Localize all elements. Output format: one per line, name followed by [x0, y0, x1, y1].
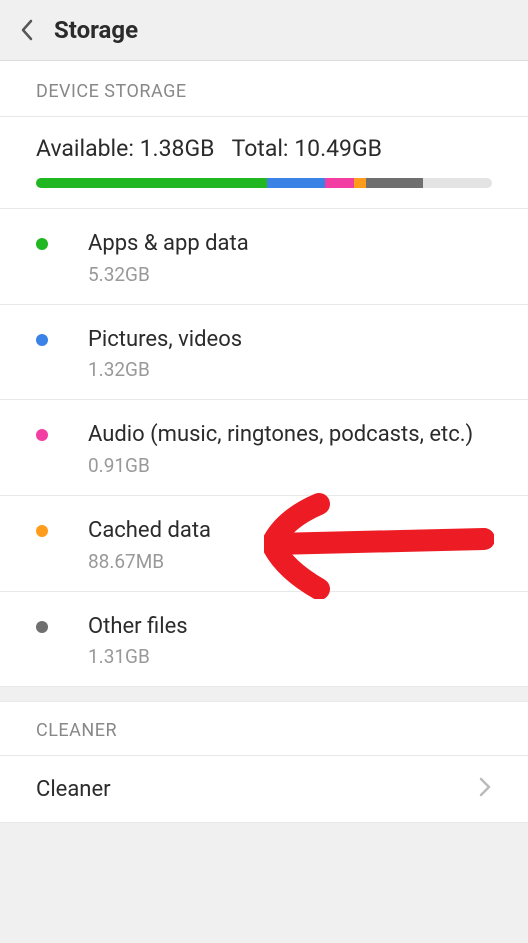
storage-bar-segment	[366, 178, 423, 188]
header-bar: Storage	[0, 0, 528, 61]
content-area: DEVICE STORAGE Available: 1.38GB Total: …	[0, 61, 528, 943]
storage-item-text: Pictures, videos 1.32GB	[88, 325, 492, 382]
storage-bar-segment	[325, 178, 355, 188]
storage-item-text: Audio (music, ringtones, podcasts, etc.)…	[88, 420, 492, 477]
storage-item-title: Cached data	[88, 516, 492, 546]
storage-item-apps[interactable]: Apps & app data 5.32GB	[0, 209, 528, 305]
back-icon[interactable]	[14, 17, 40, 43]
storage-item-other[interactable]: Other files 1.31GB	[0, 592, 528, 688]
storage-item-size: 5.32GB	[88, 263, 492, 286]
storage-item-text: Cached data 88.67MB	[88, 516, 492, 573]
storage-bar	[36, 178, 492, 188]
category-dot-icon	[36, 429, 48, 441]
storage-item-title: Apps & app data	[88, 229, 492, 259]
storage-summary-text: Available: 1.38GB Total: 10.49GB	[36, 135, 492, 162]
storage-item-size: 88.67MB	[88, 550, 492, 573]
cleaner-section-label: CLEANER	[0, 701, 528, 755]
bottom-spacer	[0, 823, 528, 943]
storage-item-size: 0.91GB	[88, 454, 492, 477]
category-dot-icon	[36, 238, 48, 250]
storage-item-text: Other files 1.31GB	[88, 612, 492, 669]
total-label: Total:	[232, 135, 295, 162]
storage-item-size: 1.32GB	[88, 358, 492, 381]
category-dot-icon	[36, 525, 48, 537]
storage-summary: Available: 1.38GB Total: 10.49GB	[0, 116, 528, 209]
page-title: Storage	[54, 16, 138, 44]
section-divider	[0, 687, 528, 701]
cleaner-label: Cleaner	[36, 777, 111, 802]
storage-item-cached[interactable]: Cached data 88.67MB	[0, 496, 528, 592]
chevron-right-icon	[478, 776, 492, 802]
available-label: Available:	[36, 135, 140, 162]
device-storage-section-label: DEVICE STORAGE	[0, 61, 528, 116]
total-value: 10.49GB	[294, 135, 382, 162]
storage-item-title: Audio (music, ringtones, podcasts, etc.)	[88, 420, 492, 450]
storage-item-audio[interactable]: Audio (music, ringtones, podcasts, etc.)…	[0, 400, 528, 496]
storage-bar-segment	[36, 178, 267, 188]
storage-bar-segment	[354, 178, 365, 188]
available-value: 1.38GB	[140, 135, 215, 162]
storage-item-title: Other files	[88, 612, 492, 642]
storage-item-size: 1.31GB	[88, 645, 492, 668]
category-dot-icon	[36, 621, 48, 633]
category-dot-icon	[36, 334, 48, 346]
storage-bar-segment	[267, 178, 324, 188]
storage-item-text: Apps & app data 5.32GB	[88, 229, 492, 286]
cleaner-row[interactable]: Cleaner	[0, 755, 528, 823]
storage-item-pictures[interactable]: Pictures, videos 1.32GB	[0, 305, 528, 401]
storage-item-title: Pictures, videos	[88, 325, 492, 355]
